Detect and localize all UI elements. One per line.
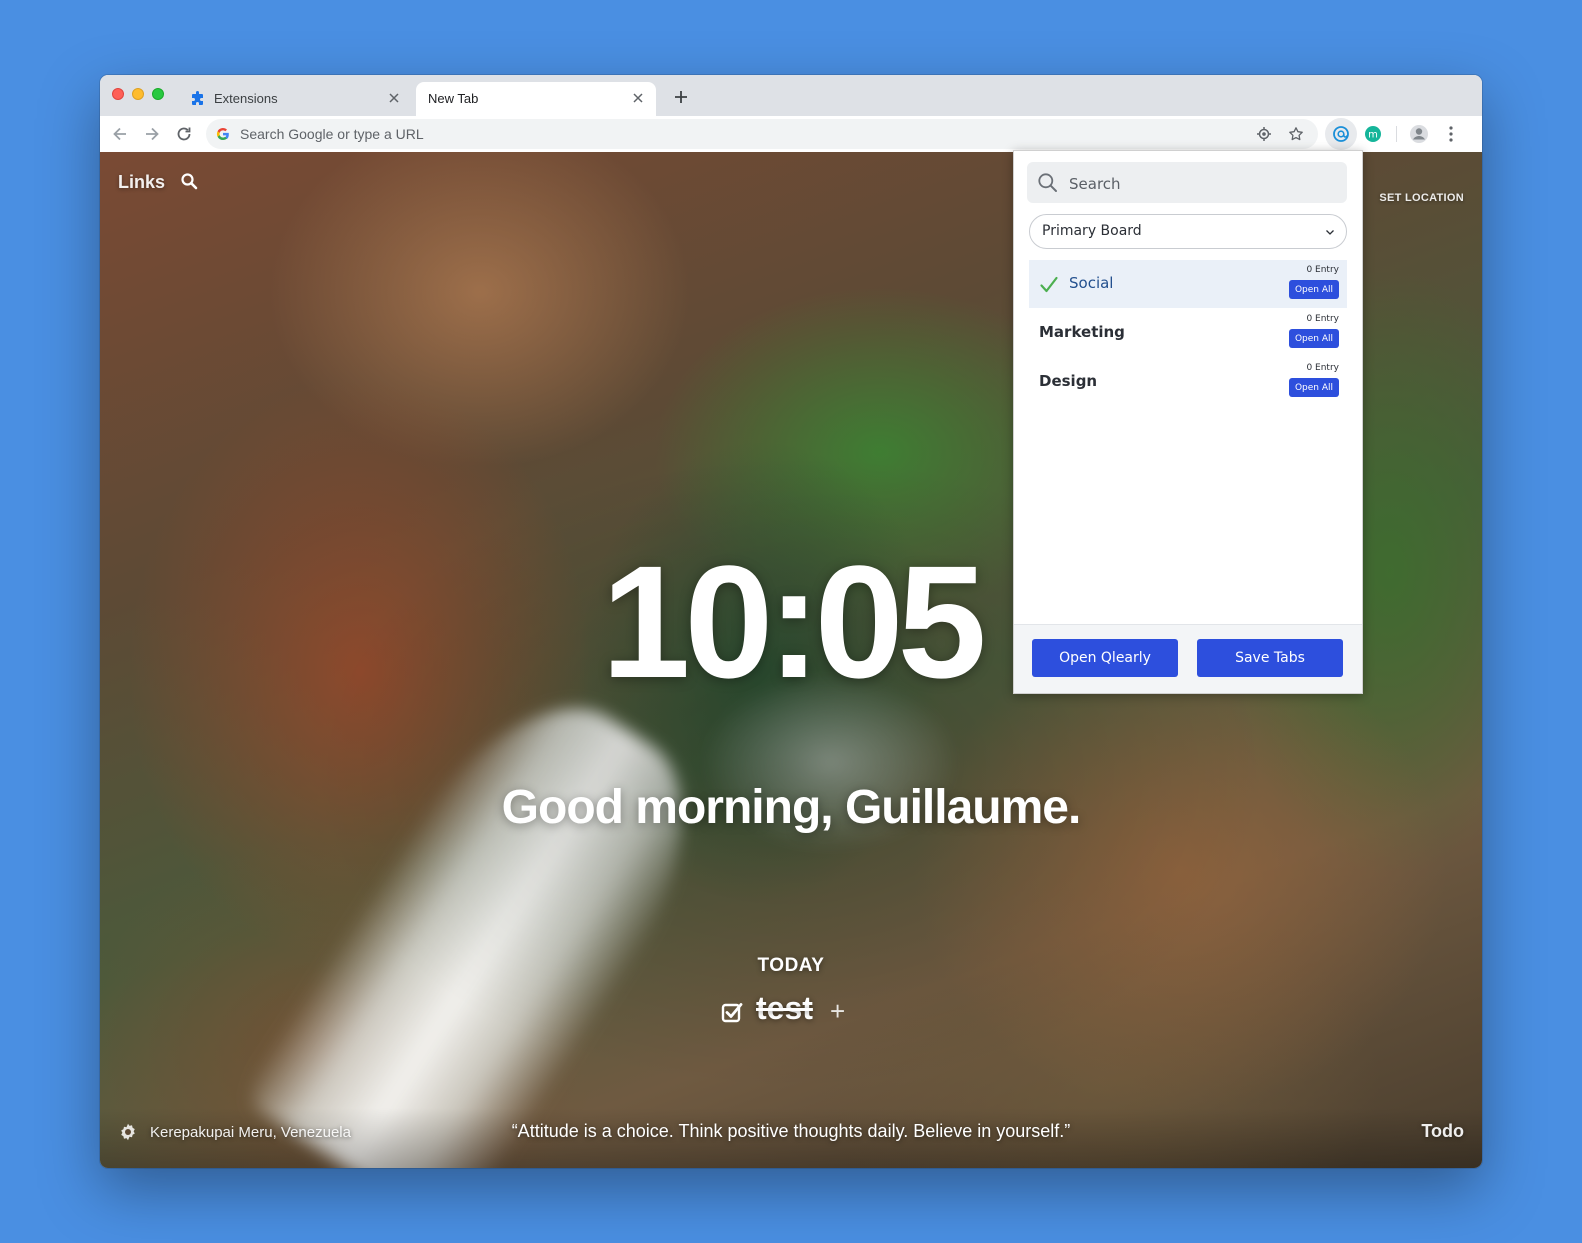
today-label: TODAY — [757, 955, 825, 976]
close-icon[interactable] — [630, 90, 646, 106]
close-icon[interactable] — [386, 90, 402, 106]
omnibox-placeholder: Search Google or type a URL — [240, 126, 424, 142]
open-all-button[interactable]: Open All — [1289, 329, 1339, 348]
collection-entry-count: 0 Entry — [1306, 363, 1339, 373]
menu-kebab-icon[interactable] — [1439, 122, 1463, 146]
save-tabs-button[interactable]: Save Tabs — [1197, 639, 1343, 677]
tab-new-tab[interactable]: New Tab — [416, 82, 656, 116]
check-icon — [1040, 276, 1058, 293]
qlearly-extension-icon[interactable] — [1329, 122, 1353, 146]
tab-extensions[interactable]: Extensions — [178, 82, 412, 116]
collection-entry-count: 0 Entry — [1306, 314, 1339, 324]
open-all-button[interactable]: Open All — [1289, 280, 1339, 299]
greeting: Good morning, Guillaume. — [501, 781, 1082, 834]
forward-icon[interactable] — [142, 124, 162, 144]
collection-item-social[interactable]: Social 0 Entry Open All — [1029, 260, 1347, 308]
location-icon[interactable] — [1256, 126, 1272, 142]
board-select[interactable]: Primary Board — [1029, 214, 1347, 249]
close-window-button[interactable] — [112, 88, 124, 100]
popup-search-box — [1027, 162, 1347, 205]
tab-title: New Tab — [428, 91, 479, 106]
zoom-window-button[interactable] — [152, 88, 164, 100]
collection-entry-count: 0 Entry — [1306, 265, 1339, 275]
open-qlearly-button[interactable]: Open Qlearly — [1032, 639, 1178, 677]
omnibox[interactable]: Search Google or type a URL — [206, 119, 1318, 149]
open-all-button[interactable]: Open All — [1289, 378, 1339, 397]
search-icon — [1038, 173, 1057, 192]
minimize-window-button[interactable] — [132, 88, 144, 100]
tab-title: Extensions — [214, 91, 278, 106]
star-icon[interactable] — [1288, 126, 1304, 142]
toolbar-separator — [1396, 126, 1397, 142]
collection-item-marketing[interactable]: Marketing 0 Entry Open All — [1029, 309, 1347, 357]
add-todo-button[interactable]: + — [830, 996, 845, 1027]
chevron-down-icon — [1326, 230, 1334, 235]
popup-footer: Open Qlearly Save Tabs — [1014, 624, 1362, 693]
toolbar: Search Google or type a URL m — [100, 116, 1482, 153]
browser-window: Extensions New Tab Search Google or type… — [100, 75, 1482, 1168]
search-icon[interactable] — [180, 172, 198, 190]
puzzle-icon — [192, 91, 203, 105]
reload-icon[interactable] — [174, 124, 194, 144]
checkbox-checked-icon[interactable] — [720, 1000, 744, 1024]
set-location-button[interactable]: SET LOCATION — [1379, 192, 1464, 204]
svg-text:m: m — [1368, 130, 1378, 141]
tab-strip: Extensions New Tab — [100, 75, 1482, 116]
links-button[interactable]: Links — [118, 172, 165, 193]
collection-label: Marketing — [1039, 323, 1125, 341]
momentum-extension-icon[interactable]: m — [1361, 122, 1385, 146]
google-g-icon — [216, 127, 229, 141]
qlearly-popup: Primary Board Social 0 Entry Open All Ma… — [1013, 150, 1363, 694]
board-select-value: Primary Board — [1042, 223, 1142, 239]
new-tab-plus-icon[interactable] — [671, 87, 691, 107]
back-icon[interactable] — [110, 124, 130, 144]
profile-avatar-icon[interactable] — [1407, 122, 1431, 146]
collection-item-design[interactable]: Design 0 Entry Open All — [1029, 358, 1347, 406]
collection-label: Social — [1069, 274, 1114, 292]
quote: “Attitude is a choice. Think positive th… — [511, 1121, 1071, 1141]
collection-label: Design — [1039, 372, 1098, 390]
popup-search-input[interactable] — [1067, 162, 1341, 205]
focus-todo-text[interactable]: test — [756, 990, 813, 1027]
todo-button[interactable]: Todo — [1421, 1121, 1464, 1142]
